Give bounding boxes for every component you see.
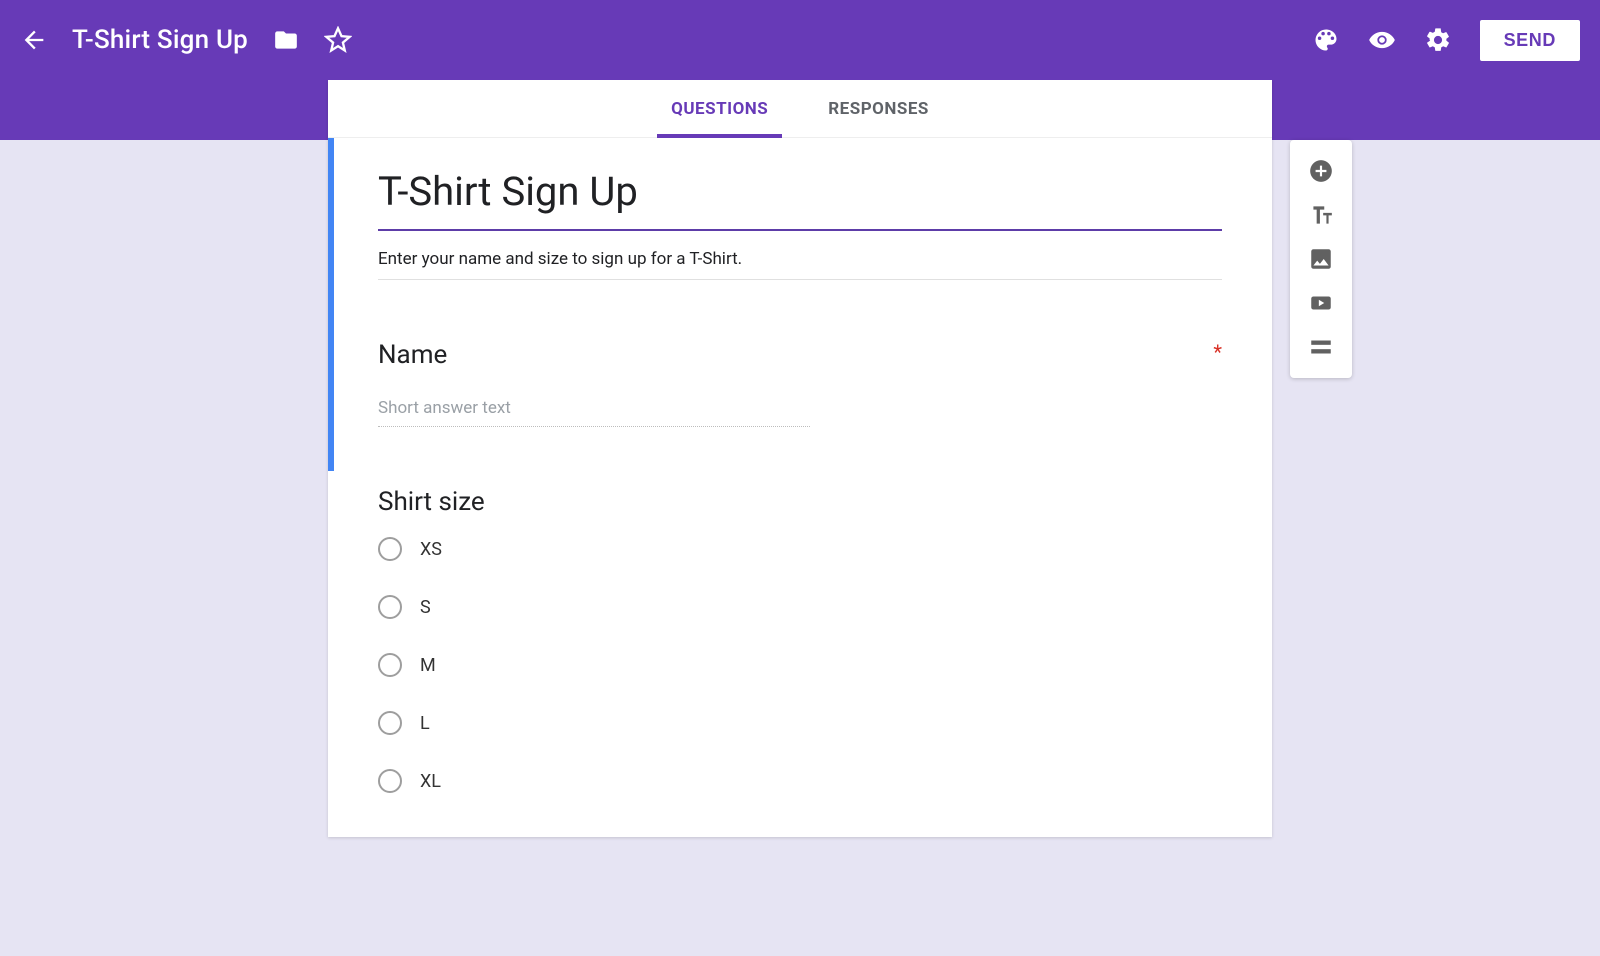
radio-circle-icon	[378, 711, 402, 735]
tab-responses[interactable]: RESPONSES	[828, 80, 929, 137]
radio-label[interactable]: XS	[420, 539, 442, 560]
radio-circle-icon	[378, 595, 402, 619]
settings-gear-icon[interactable]	[1424, 26, 1452, 54]
radio-label[interactable]: M	[420, 655, 436, 676]
radio-label[interactable]: S	[420, 597, 431, 618]
add-image-icon[interactable]	[1308, 246, 1334, 272]
required-indicator: *	[1213, 340, 1222, 364]
radio-option[interactable]: S	[378, 595, 1222, 619]
star-icon[interactable]	[324, 26, 352, 54]
back-arrow-icon[interactable]	[20, 26, 48, 54]
add-title-icon[interactable]	[1308, 202, 1334, 228]
header-right: SEND	[1312, 20, 1580, 61]
preview-eye-icon[interactable]	[1368, 26, 1396, 54]
radio-label[interactable]: L	[420, 713, 430, 734]
add-question-icon[interactable]	[1308, 158, 1334, 184]
form-header-card[interactable]: T-Shirt Sign Up Enter your name and size…	[328, 138, 1272, 324]
radio-option[interactable]: XL	[378, 769, 1222, 793]
radio-option[interactable]: M	[378, 653, 1222, 677]
form-description-input[interactable]: Enter your name and size to sign up for …	[378, 249, 1222, 280]
short-answer-placeholder: Short answer text	[378, 398, 810, 427]
radio-option[interactable]: XS	[378, 537, 1222, 561]
form-title-input[interactable]: T-Shirt Sign Up	[378, 168, 1222, 231]
tab-questions[interactable]: QUESTIONS	[671, 80, 768, 137]
document-title[interactable]: T-Shirt Sign Up	[72, 25, 248, 55]
form-container: QUESTIONS RESPONSES T-Shirt Sign Up Ente…	[328, 80, 1272, 837]
tab-bar: QUESTIONS RESPONSES	[328, 80, 1272, 138]
radio-circle-icon	[378, 537, 402, 561]
folder-icon[interactable]	[272, 26, 300, 54]
radio-option[interactable]: L	[378, 711, 1222, 735]
radio-circle-icon	[378, 653, 402, 677]
add-video-icon[interactable]	[1308, 290, 1334, 316]
question-card-shirt-size[interactable]: Shirt size XS S M L	[328, 471, 1272, 837]
question-card-name[interactable]: Name * Short answer text	[328, 324, 1272, 471]
workspace: QUESTIONS RESPONSES T-Shirt Sign Up Ente…	[0, 80, 1600, 837]
question-title[interactable]: Shirt size	[378, 487, 1222, 517]
palette-icon[interactable]	[1312, 26, 1340, 54]
app-header: T-Shirt Sign Up SEND	[0, 0, 1600, 80]
send-button[interactable]: SEND	[1480, 20, 1580, 61]
add-section-icon[interactable]	[1308, 334, 1334, 360]
side-toolbar	[1290, 140, 1352, 378]
header-left: T-Shirt Sign Up	[20, 25, 352, 55]
radio-circle-icon	[378, 769, 402, 793]
question-title[interactable]: Name	[378, 340, 1205, 370]
question-title-row: Name *	[378, 340, 1222, 370]
radio-option-list: XS S M L XL	[378, 537, 1222, 793]
radio-label[interactable]: XL	[420, 771, 441, 792]
